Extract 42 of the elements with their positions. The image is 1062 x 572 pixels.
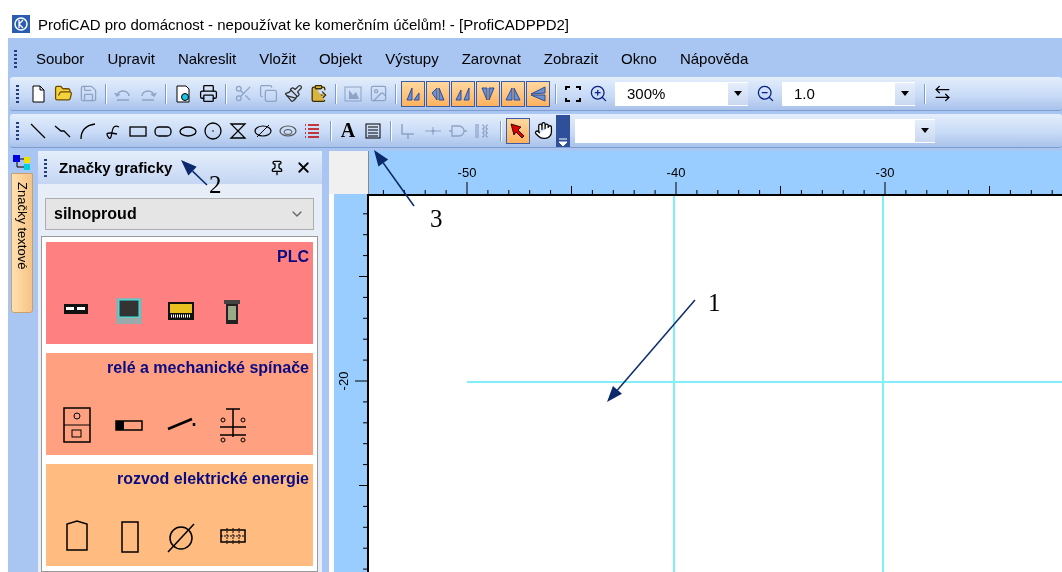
menu-item[interactable]: Výstupy xyxy=(375,46,449,71)
category-title: rozvod elektrické energie xyxy=(115,470,309,488)
menu-item[interactable]: Soubor xyxy=(26,46,95,71)
dropdown-arrow-icon xyxy=(921,128,929,133)
annotation-arrow xyxy=(181,160,208,186)
ruler-label: -30 xyxy=(875,165,895,180)
annotation-number: 2 xyxy=(209,172,222,197)
combo-field[interactable]: 1.0 xyxy=(782,81,915,106)
ruler-label: -40 xyxy=(666,165,686,180)
window-title: ProfiCAD pro domácnost - nepoužívat ke komerčním účelům! - [ProfiCADPPD2] xyxy=(38,15,570,33)
menu-item[interactable]: Upravit xyxy=(97,46,165,71)
menu-item[interactable]: Zobrazit xyxy=(533,46,609,71)
pin-icon xyxy=(269,159,285,176)
ruler-corner xyxy=(329,151,369,194)
annotation-number: 1 xyxy=(708,290,721,315)
overflow-arrow-icon xyxy=(559,137,567,146)
ruler-label: -50 xyxy=(457,165,477,180)
menu-item[interactable]: Zarovnat xyxy=(451,46,531,71)
dropdown-arrow-icon xyxy=(734,91,742,96)
app-logo-icon xyxy=(12,15,30,33)
combo-field[interactable] xyxy=(575,118,935,143)
contact-icon[interactable] xyxy=(218,407,248,443)
overflow-button[interactable] xyxy=(556,114,570,147)
category-title: relé a mechanické spínače xyxy=(106,359,309,377)
side-tab[interactable]: Značky textové xyxy=(11,173,33,313)
category-title: PLC xyxy=(276,248,309,266)
panel-title: Značky graficky xyxy=(59,159,173,176)
menu-item[interactable]: Objekt xyxy=(308,46,373,71)
menu-item[interactable]: Nápověda xyxy=(669,46,759,71)
combo-field[interactable]: 300% xyxy=(615,81,748,106)
text-tool-button[interactable]: A xyxy=(336,117,360,144)
library-dropdown[interactable]: silnoproud xyxy=(45,198,314,230)
menu-item[interactable]: Okno xyxy=(611,46,667,71)
tree-structure-icon xyxy=(13,155,31,171)
close-icon xyxy=(295,159,312,176)
relay-icon[interactable] xyxy=(62,407,92,443)
annotation-arrow xyxy=(374,150,415,207)
annotation-number: 3 xyxy=(430,206,443,231)
menu-item[interactable]: Nakreslit xyxy=(167,46,247,71)
ruler-label: -20 xyxy=(336,371,351,391)
menu-item[interactable]: Vložit xyxy=(249,46,306,71)
dropdown-arrow-icon xyxy=(901,91,909,96)
